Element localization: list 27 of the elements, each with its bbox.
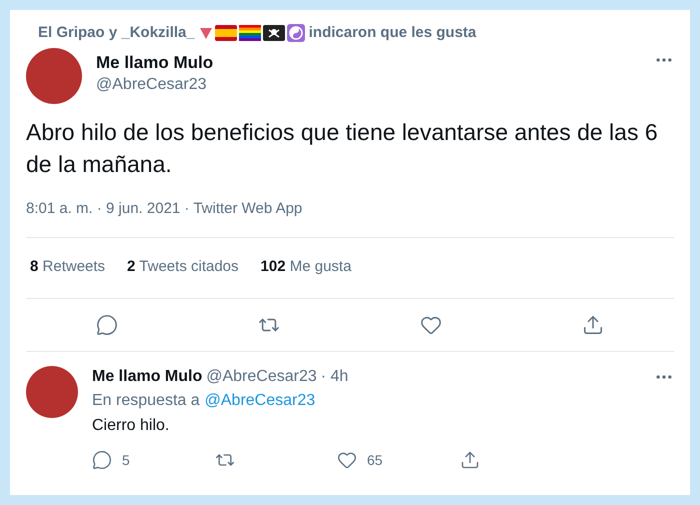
tweet-stat[interactable]: 2 Tweets citados [127,256,239,279]
action-count: 65 [367,450,383,470]
username[interactable]: @AbreCesar23 [206,366,317,388]
yin-yang-icon [286,24,305,42]
display-name[interactable]: Me llamo Mulo [92,366,202,388]
tweet-stat[interactable]: 102 Me gusta [260,256,352,279]
avatar [26,366,78,418]
action-count: 5 [122,450,130,470]
liked-label: indicaron que les gusta [308,22,476,43]
share-icon[interactable] [582,314,604,336]
flag-icon [214,25,237,41]
speech-bubble-icon[interactable] [92,450,112,470]
pirate-flag-icon [262,25,285,41]
speech-bubble-icon[interactable] [96,314,118,336]
share-icon[interactable] [460,450,480,470]
liker-names: El Gripao y _Kokzilla_ [38,22,195,43]
tweet-time[interactable]: · 4h [320,366,348,388]
display-name[interactable]: Me llamo Mulo [96,52,214,74]
tweet-stat[interactable]: 8 Retweets [30,256,106,279]
triangle-icon [198,26,213,40]
reply-text: Cierro hilo. [92,416,170,436]
tweet-timestamp[interactable]: 8:01 a. m. · 9 jun. 2021 · Twitter Web App [26,198,674,236]
reply-to-label: En respuesta a [92,390,200,410]
rainbow-flag-icon [238,25,261,41]
tweet-text: Abro hilo de los beneficios que tiene levantarse antes de las 6 de la mañana. [26,118,659,179]
heart-icon[interactable] [337,450,357,470]
username[interactable]: @AbreCesar23 [96,74,214,96]
